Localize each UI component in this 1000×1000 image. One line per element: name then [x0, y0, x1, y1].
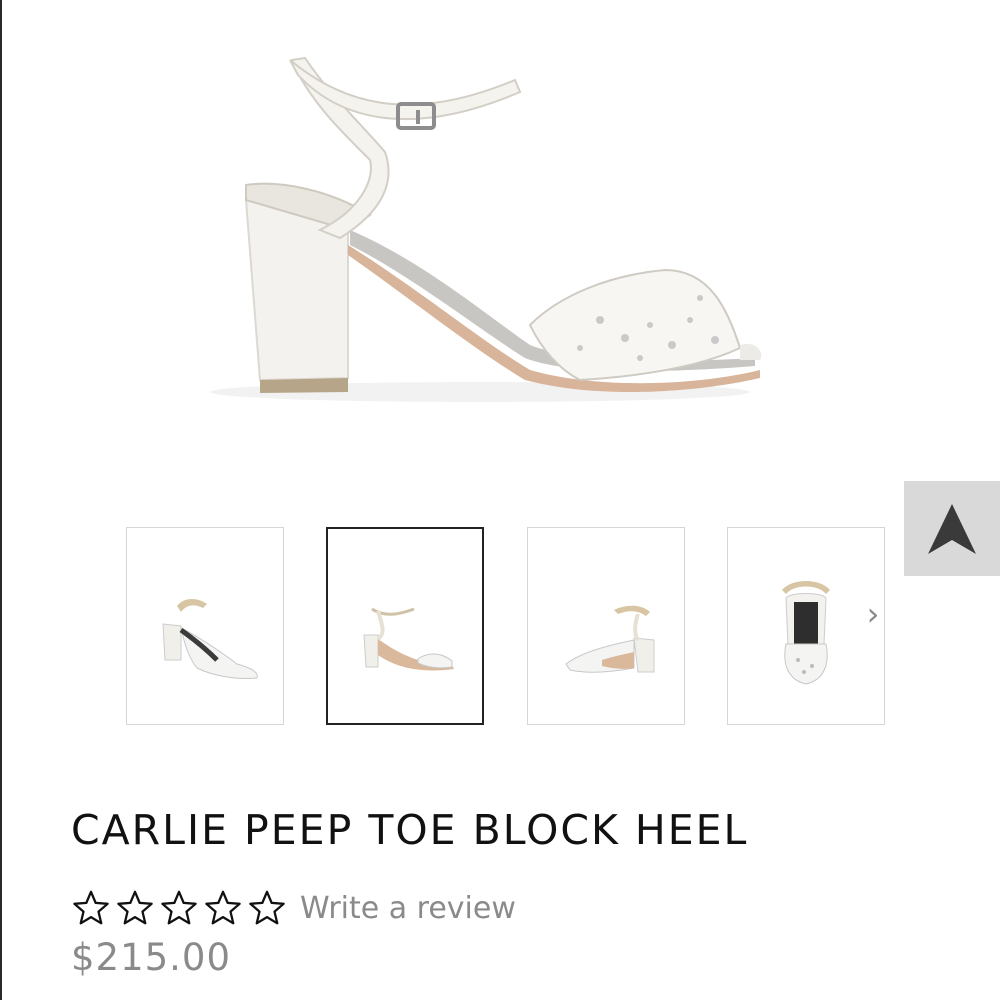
- thumbnail-2[interactable]: [326, 527, 484, 725]
- left-border: [0, 0, 2, 1000]
- scroll-to-top-button[interactable]: [904, 481, 1000, 576]
- arrow-up-icon: [928, 504, 976, 554]
- star-outline-icon: [204, 889, 242, 927]
- star-outline-icon: [72, 889, 110, 927]
- thumbnail-image: [782, 581, 830, 685]
- star-outline-icon: [248, 889, 286, 927]
- main-product-image[interactable]: [180, 40, 820, 420]
- thumbnail-3[interactable]: [527, 527, 685, 725]
- thumbnail-strip: [0, 527, 1000, 727]
- thumbnail-1[interactable]: [126, 527, 284, 725]
- star-rating[interactable]: [72, 889, 286, 927]
- star-outline-icon: [160, 889, 198, 927]
- rating-row: Write a review: [72, 886, 516, 930]
- star-outline-icon: [116, 889, 154, 927]
- product-price: $215.00: [71, 936, 232, 979]
- thumbnail-image: [162, 599, 258, 679]
- thumbnail-image: [363, 607, 454, 671]
- gallery-next-chevron-right-icon[interactable]: ›: [858, 596, 888, 632]
- write-review-link[interactable]: Write a review: [300, 891, 516, 926]
- sandal-illustration: [210, 56, 762, 402]
- product-title: CARLIE PEEP TOE BLOCK HEEL: [71, 806, 749, 854]
- thumbnail-image: [565, 605, 655, 673]
